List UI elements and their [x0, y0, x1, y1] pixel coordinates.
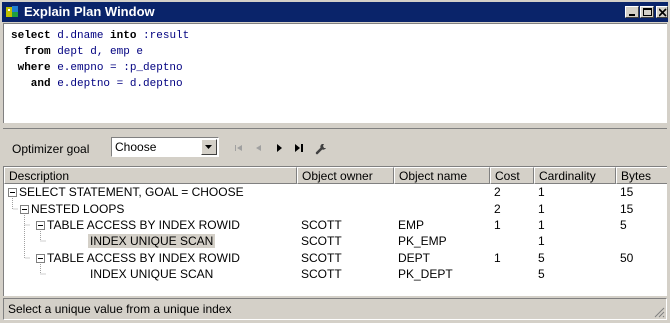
table-row[interactable]: TABLE ACCESS BY INDEX ROWID SCOTT DEPT 1…	[4, 250, 667, 266]
optimizer-goal-label: Optimizer goal	[12, 142, 90, 156]
cell-owner: SCOTT	[301, 267, 342, 281]
chevron-down-icon	[205, 145, 212, 149]
sql-keyword: into	[110, 30, 137, 42]
minimize-button[interactable]	[625, 6, 639, 18]
cell-description: SELECT STATEMENT, GOAL = CHOOSE	[19, 185, 244, 199]
optimizer-goal-value: Choose	[115, 140, 157, 154]
wrench-icon[interactable]	[313, 140, 329, 156]
cell-object: PK_EMP	[398, 234, 447, 248]
column-header-cardinality[interactable]: Cardinality	[534, 167, 616, 184]
collapse-icon[interactable]	[36, 221, 45, 230]
cell-description: INDEX UNIQUE SCAN	[90, 267, 214, 281]
cell-cost: 1	[494, 251, 501, 265]
plan-grid[interactable]: Description Object owner Object name Cos…	[3, 166, 667, 296]
sql-editor[interactable]: select d.dname into :result from dept d,…	[3, 23, 667, 123]
column-header-object-owner[interactable]: Object owner	[297, 167, 394, 184]
cell-cardinality: 1	[538, 218, 545, 232]
cell-cardinality: 1	[538, 185, 545, 199]
sql-keyword: select	[11, 30, 51, 42]
table-row[interactable]: INDEX UNIQUE SCAN SCOTT PK_EMP 1	[4, 233, 667, 249]
cell-cost: 1	[494, 218, 501, 232]
next-icon[interactable]	[271, 140, 287, 156]
sql-line: and e.deptno = d.deptno	[11, 76, 667, 92]
sql-line: where e.empno = :p_deptno	[11, 60, 667, 76]
minimize-icon	[629, 14, 635, 16]
cell-owner: SCOTT	[301, 251, 342, 265]
maximize-button[interactable]	[640, 6, 654, 18]
resize-grip-icon[interactable]	[653, 306, 665, 318]
cell-cost: 2	[494, 185, 501, 199]
title-bar[interactable]: Explain Plan Window	[2, 2, 668, 22]
maximize-icon	[643, 8, 652, 16]
cell-bytes: 15	[620, 202, 634, 216]
status-text: Select a unique value from a unique inde…	[8, 302, 232, 316]
sql-text: dept d, emp e	[50, 46, 144, 58]
column-header-cost[interactable]: Cost	[490, 167, 534, 184]
cell-bytes: 5	[620, 218, 627, 232]
optimizer-goal-select[interactable]: Choose	[111, 137, 219, 157]
cell-description: NESTED LOOPS	[31, 202, 125, 216]
close-icon	[659, 8, 667, 17]
cell-bytes: 15	[620, 185, 634, 199]
cell-object: PK_DEPT	[398, 267, 453, 281]
cell-owner: SCOTT	[301, 234, 342, 248]
cell-cardinality: 5	[538, 251, 545, 265]
sql-text: e.deptno = d.deptno	[50, 78, 183, 90]
sql-line: from dept d, emp e	[11, 44, 667, 60]
last-icon[interactable]	[291, 140, 307, 156]
sql-text: :result	[136, 30, 190, 42]
explain-plan-window: Explain Plan Window select d.dname into …	[0, 0, 670, 323]
column-header-object-name[interactable]: Object name	[394, 167, 490, 184]
cell-description: INDEX UNIQUE SCAN	[88, 234, 216, 248]
cell-cardinality: 1	[538, 202, 545, 216]
table-row[interactable]: SELECT STATEMENT, GOAL = CHOOSE 2 1 15	[4, 184, 667, 200]
cell-owner: SCOTT	[301, 218, 342, 232]
column-header-bytes[interactable]: Bytes	[616, 167, 667, 184]
cell-bytes: 50	[620, 251, 634, 265]
cell-object: DEPT	[398, 251, 431, 265]
sql-line: select d.dname into :result	[11, 28, 667, 44]
collapse-icon[interactable]	[8, 188, 17, 197]
sql-keyword: from	[11, 46, 51, 58]
cell-cost: 2	[494, 202, 501, 216]
cell-description: TABLE ACCESS BY INDEX ROWID	[47, 218, 240, 232]
prev-icon[interactable]	[251, 140, 267, 156]
cell-cardinality: 5	[538, 267, 545, 281]
toolbar: Optimizer goal Choose	[3, 133, 667, 161]
app-icon	[6, 6, 18, 17]
pane-splitter[interactable]	[3, 124, 667, 129]
first-icon[interactable]	[231, 140, 247, 156]
collapse-icon[interactable]	[20, 205, 29, 214]
sql-keyword: and	[11, 78, 51, 90]
cell-cardinality: 1	[538, 234, 545, 248]
sql-text: d.dname	[50, 30, 111, 42]
sql-keyword: where	[11, 62, 51, 74]
cell-description: TABLE ACCESS BY INDEX ROWID	[47, 251, 240, 265]
table-row[interactable]: INDEX UNIQUE SCAN SCOTT PK_DEPT 5	[4, 266, 667, 282]
cell-object: EMP	[398, 218, 425, 232]
sql-text: e.empno = :p_deptno	[50, 62, 183, 74]
table-row[interactable]: NESTED LOOPS 2 1 15	[4, 201, 667, 217]
table-row[interactable]: TABLE ACCESS BY INDEX ROWID SCOTT EMP 1 …	[4, 217, 667, 233]
close-button[interactable]	[656, 6, 668, 18]
dropdown-button[interactable]	[201, 139, 217, 155]
collapse-icon[interactable]	[36, 254, 45, 263]
status-bar: Select a unique value from a unique inde…	[3, 298, 667, 320]
window-title: Explain Plan Window	[24, 4, 155, 19]
